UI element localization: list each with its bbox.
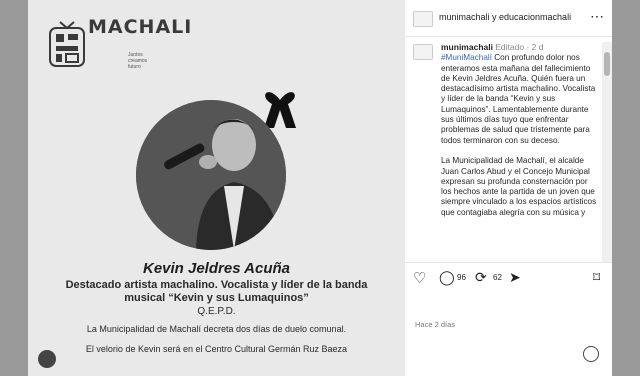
more-options-icon[interactable]: ⋯ [590,8,604,25]
caption-scrollbar[interactable] [602,42,612,262]
post-sidebar: munimachali y educacionmachali ⋯ munimac… [405,0,612,376]
caption: munimachali Editado · 2 d #MuniMachalí C… [441,42,599,218]
save-bookmark-icon[interactable]: ⌑ [593,269,600,286]
wake-location-text: El velorio de Kevin será en el Centro Cu… [85,344,348,354]
share-icon[interactable]: ➤ [509,269,521,286]
header-username[interactable]: munimachali y educacionmachali [439,12,571,22]
like-icon[interactable]: ♡ [413,269,426,287]
post-header: munimachali y educacionmachali ⋯ [405,0,612,37]
post-time: Hace 2 días [415,320,456,329]
machali-logo: MACHALI Juntos creamos futuro [48,18,191,76]
deceased-description: Destacado artista machalino. Vocalista y… [65,279,368,304]
qepd-text: Q.E.P.D. [197,306,236,317]
caption-area: munimachali Editado · 2 d #MuniMachalí C… [413,42,603,262]
actions-bar: ♡ ◯ 96 ⟳ 62 ➤ ⌑ [405,262,612,303]
caption-text: Con profundo dolor nos enteramos esta ma… [441,53,596,145]
caption-avatar[interactable] [413,44,433,60]
caption-meta: Editado · 2 d [495,42,544,52]
mourning-ribbon-icon [264,92,296,128]
portrait-illustration [136,100,286,250]
mourning-decree-text: La Municipalidad de Machalí decreta dos … [86,324,347,334]
machali-logo-mark-icon [49,21,85,67]
portrait-photo [136,100,286,250]
tagged-users-icon[interactable] [38,350,56,368]
deceased-name: Kevin Jeldres Acuña [142,260,290,277]
post-image: MACHALI Juntos creamos futuro Kevin Jeld… [28,0,405,376]
comment-icon[interactable]: ◯ [439,269,455,286]
scrollbar-thumb[interactable] [604,52,610,76]
repost-icon[interactable]: ⟳ [475,269,487,286]
account-avatar[interactable] [413,11,433,27]
comments-count: 96 [457,273,466,282]
caption-hashtag[interactable]: #MuniMachalí [441,53,492,62]
emoji-icon[interactable] [583,346,599,362]
brand-name: MACHALI [88,16,193,38]
brand-tagline: Juntos creamos futuro [128,52,148,70]
caption-text-2: La Municipalidad de Machalí, el alcalde … [441,156,597,217]
instagram-post-modal: MACHALI Juntos creamos futuro Kevin Jeld… [28,0,612,376]
shares-count: 62 [493,273,502,282]
caption-username[interactable]: munimachali [441,42,493,52]
